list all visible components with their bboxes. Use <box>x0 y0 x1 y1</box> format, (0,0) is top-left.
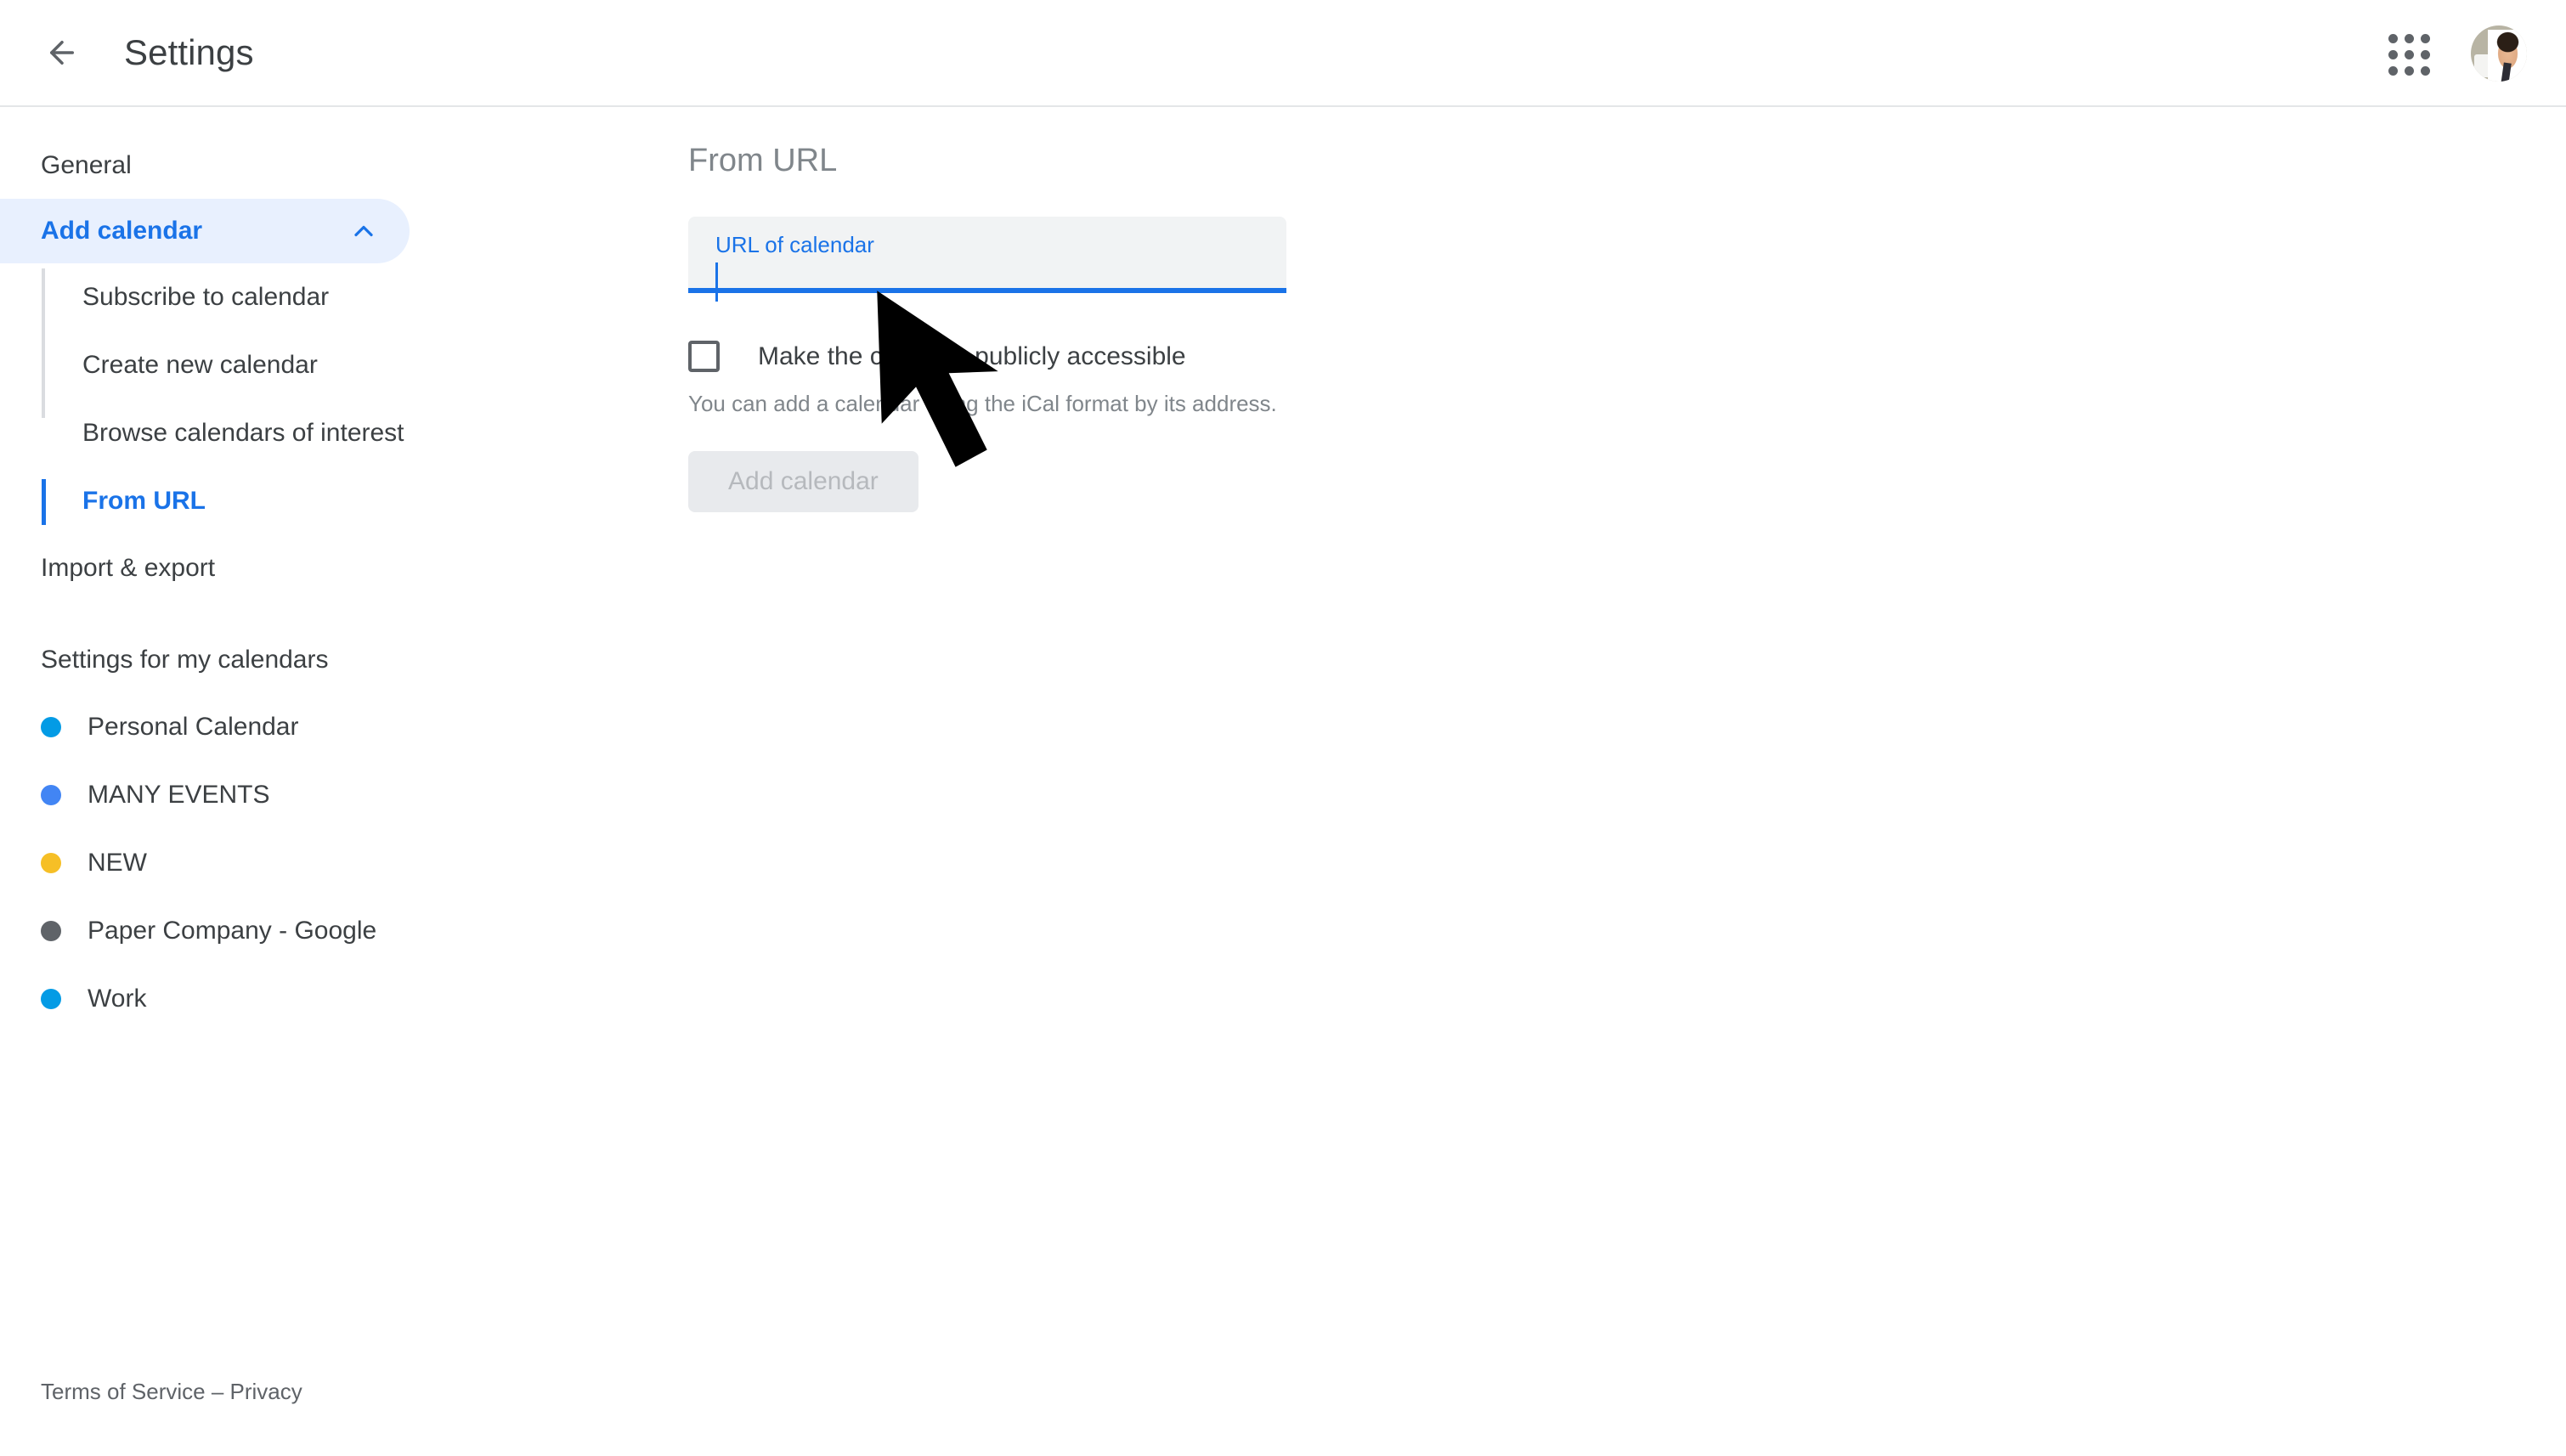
url-field-label: URL of calendar <box>715 232 874 257</box>
calendar-color-dot <box>41 785 61 805</box>
avatar[interactable] <box>2471 25 2527 82</box>
list-item[interactable]: Work <box>0 965 688 1033</box>
list-item[interactable]: NEW <box>0 829 688 897</box>
calendars-section-title: Settings for my calendars <box>41 646 329 674</box>
terms-of-service-link[interactable]: Terms of Service <box>41 1379 206 1404</box>
sidebar-item-general[interactable]: General <box>0 133 688 199</box>
add-calendar-subitems: Subscribe to calendar Create new calenda… <box>0 263 688 535</box>
help-text: You can add a calendar using the iCal fo… <box>688 391 1277 416</box>
active-indicator <box>42 479 46 525</box>
text-caret <box>715 262 718 302</box>
calendar-color-dot <box>41 717 61 737</box>
sidebar-item-label: Subscribe to calendar <box>82 283 330 311</box>
calendar-name: Paper Company - Google <box>88 917 377 945</box>
list-item[interactable]: MANY EVENTS <box>0 761 688 829</box>
calendar-color-dot <box>41 989 61 1009</box>
chevron-up-icon[interactable] <box>348 216 379 246</box>
sidebar-item-label: Add calendar <box>41 217 203 245</box>
calendar-name: Personal Calendar <box>88 713 299 741</box>
sidebar-item-add-calendar[interactable]: Add calendar <box>0 199 410 263</box>
make-public-checkbox[interactable] <box>688 341 720 372</box>
sidebar-item-subscribe-to-calendar[interactable]: Subscribe to calendar <box>0 263 688 331</box>
back-button[interactable] <box>36 26 88 79</box>
url-of-calendar-field[interactable]: URL of calendar <box>688 217 1286 302</box>
make-public-label: Make the calendar publicly accessible <box>758 341 1186 370</box>
sidebar-item-from-url[interactable]: From URL <box>0 467 688 535</box>
main-content: From URL URL of calendar Make the calend… <box>688 107 1286 512</box>
sidebar-item-label: Create new calendar <box>82 351 318 379</box>
sidebar-item-label: From URL <box>82 487 206 515</box>
page-title: Settings <box>124 32 254 72</box>
footer: Terms of Service – Privacy <box>41 1379 302 1405</box>
make-public-checkbox-row[interactable]: Make the calendar publicly accessible <box>688 341 1286 372</box>
sidebar-item-label: Browse calendars of interest <box>82 419 404 447</box>
sidebar-item-import-export[interactable]: Import & export <box>0 535 688 601</box>
calendar-name: MANY EVENTS <box>88 781 270 809</box>
list-item[interactable]: Personal Calendar <box>0 693 688 761</box>
calendar-name: NEW <box>88 849 147 877</box>
sidebar-item-browse-calendars-of-interest[interactable]: Browse calendars of interest <box>0 399 688 467</box>
apps-grid-icon[interactable] <box>2382 28 2433 79</box>
calendar-name: Work <box>88 985 147 1013</box>
sidebar-item-create-new-calendar[interactable]: Create new calendar <box>0 331 688 399</box>
arrow-left-icon <box>44 35 80 71</box>
calendar-color-dot <box>41 921 61 941</box>
sidebar-item-label: General <box>41 151 132 179</box>
settings-sidebar: General Add calendar Subscribe to calend… <box>0 107 688 1033</box>
sidebar-item-label: Import & export <box>41 554 216 582</box>
header-actions <box>2382 0 2527 107</box>
app-header: Settings <box>0 0 2566 107</box>
list-item[interactable]: Paper Company - Google <box>0 897 688 965</box>
footer-separator: – <box>205 1379 230 1404</box>
add-calendar-button[interactable]: Add calendar <box>688 451 918 512</box>
calendar-color-dot <box>41 853 61 873</box>
privacy-link[interactable]: Privacy <box>230 1379 302 1404</box>
panel-title: From URL <box>688 143 838 178</box>
